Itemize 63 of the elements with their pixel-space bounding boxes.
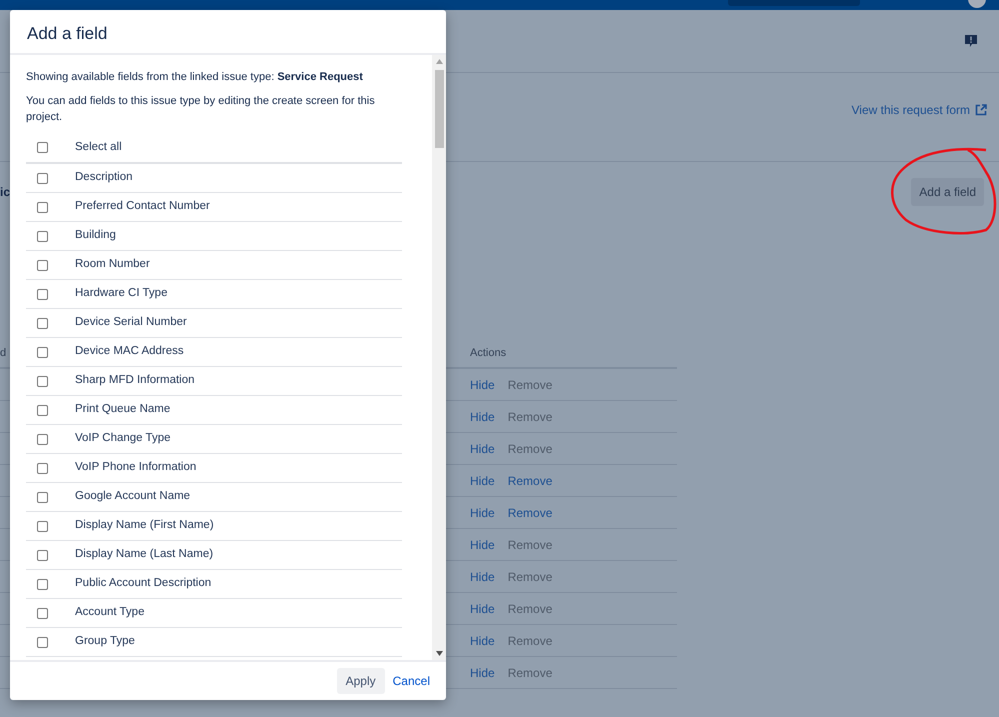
field-label: Print Queue Name: [75, 402, 170, 418]
field-label: Account Type: [75, 605, 144, 620]
add-field-button[interactable]: Add a field: [911, 178, 984, 206]
hide-link[interactable]: Hide: [470, 568, 495, 586]
checkbox[interactable]: [37, 462, 48, 474]
column-header: d: [0, 347, 6, 360]
section-title: ic: [0, 184, 10, 201]
field-label: Hardware CI Type: [75, 286, 168, 302]
hide-link[interactable]: Hide: [470, 408, 495, 426]
dialog-title: Add a field: [27, 24, 108, 44]
field-label: Description: [75, 170, 133, 186]
apply-button[interactable]: Apply: [336, 668, 385, 694]
checkbox[interactable]: [37, 288, 48, 300]
checkbox[interactable]: [37, 608, 48, 618]
field-label: Display Name (First Name): [75, 518, 214, 534]
field-label: Device MAC Address: [75, 344, 184, 360]
view-form-link[interactable]: View this request form: [852, 101, 987, 119]
hide-link[interactable]: Hide: [470, 664, 495, 682]
field-label: Building: [75, 228, 116, 244]
scroll-thumb[interactable]: [434, 70, 444, 148]
checkbox[interactable]: [37, 142, 48, 153]
field-label: Preferred Contact Number: [75, 199, 210, 214]
checkbox[interactable]: [37, 434, 48, 444]
field-label: Public Account Description: [75, 576, 212, 592]
cancel-link[interactable]: Cancel: [392, 672, 430, 690]
checkbox[interactable]: [37, 230, 48, 242]
field-label: Device Serial Number: [75, 315, 187, 330]
checkbox[interactable]: [37, 202, 48, 212]
hide-link[interactable]: Hide: [470, 600, 495, 618]
checkbox[interactable]: [37, 260, 48, 270]
field-label: Room Number: [75, 257, 150, 272]
field-label: Group Type: [75, 634, 135, 650]
field-label: Select all: [75, 140, 122, 155]
field-label: Sharp MFD Information: [75, 373, 195, 388]
field-label: VoIP Change Type: [75, 431, 170, 446]
field-label: Google Account Name: [75, 489, 190, 504]
checkbox[interactable]: [37, 492, 48, 502]
checkbox[interactable]: [37, 578, 48, 590]
hide-link[interactable]: Hide: [470, 376, 495, 394]
column-header: Actions: [470, 346, 506, 362]
checkbox[interactable]: [37, 404, 48, 416]
checkbox[interactable]: [37, 318, 48, 328]
hide-link[interactable]: Hide: [470, 504, 495, 522]
hide-link[interactable]: Hide: [470, 440, 495, 458]
field-label: Display Name (Last Name): [75, 547, 214, 562]
checkbox[interactable]: [37, 346, 48, 358]
hide-link[interactable]: Hide: [470, 472, 495, 490]
help-text: You can add fields to this issue type by editing the create screen for this project.: [26, 94, 376, 125]
external-link-icon: [975, 104, 987, 116]
remove-link[interactable]: Remove: [508, 504, 552, 522]
scroll-down-icon[interactable]: [436, 651, 442, 656]
checkbox[interactable]: [37, 550, 48, 560]
hide-link[interactable]: Hide: [470, 632, 495, 650]
checkbox[interactable]: [37, 636, 48, 648]
checkbox[interactable]: [37, 376, 48, 386]
feedback-icon[interactable]: [964, 34, 978, 48]
intro-text: Showing available fields from the linked issue type: Service Request: [26, 70, 364, 85]
remove-link[interactable]: Remove: [508, 472, 552, 490]
field-label: VoIP Phone Information: [75, 460, 196, 476]
checkbox[interactable]: [37, 520, 48, 532]
scrollbar[interactable]: [432, 55, 446, 660]
hide-link[interactable]: Hide: [470, 536, 495, 554]
checkbox[interactable]: [37, 172, 48, 184]
